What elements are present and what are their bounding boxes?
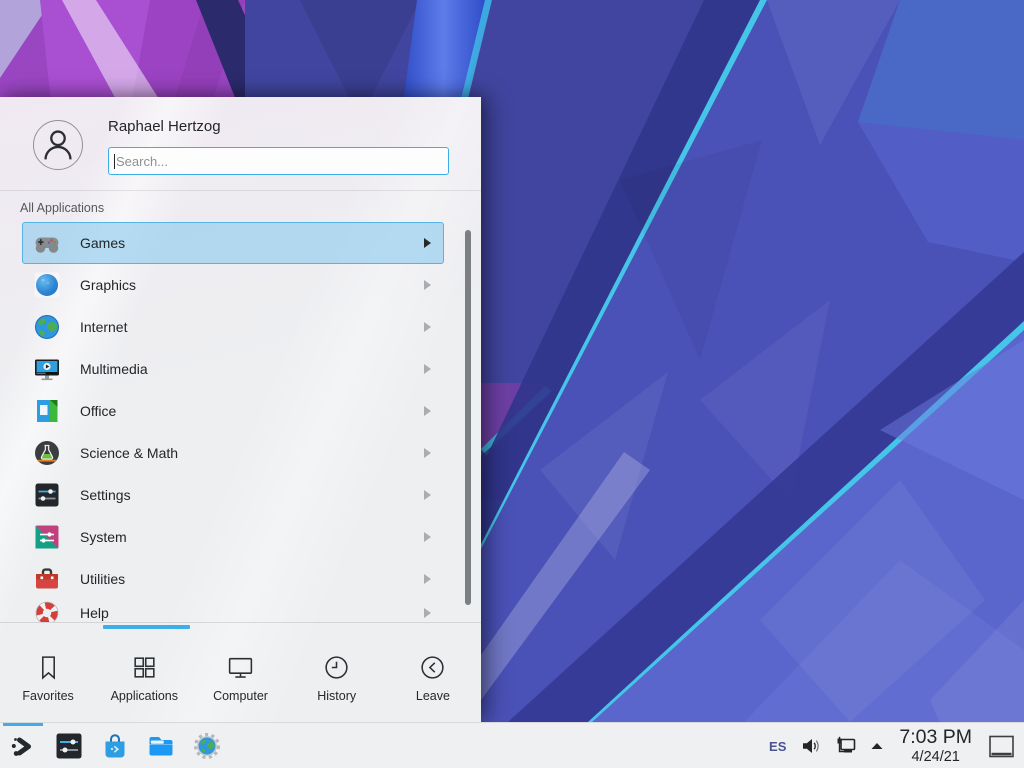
tab-label: Leave (416, 689, 450, 703)
expand-tray-arrow-icon[interactable] (869, 738, 885, 754)
submenu-arrow-icon (424, 448, 431, 458)
menu-item-science-math[interactable]: Science & Math (22, 432, 444, 474)
submenu-arrow-icon (424, 490, 431, 500)
tab-label: Favorites (22, 689, 73, 703)
menu-item-games[interactable]: Games (22, 222, 444, 264)
menu-item-label: Office (80, 403, 116, 419)
tab-history[interactable]: History (289, 630, 385, 722)
web-browser-button[interactable] (184, 723, 230, 768)
digital-clock[interactable]: 7:03 PM 4/24/21 (899, 728, 972, 764)
computer-icon (226, 653, 255, 682)
category-list: Games Graphics (0, 222, 481, 622)
system-tray: ES 7:03 PM 4/24/21 (769, 723, 1024, 768)
submenu-arrow-icon (424, 574, 431, 584)
menu-item-label: Graphics (80, 277, 136, 293)
app-grid-icon (130, 653, 159, 682)
games-icon (33, 229, 61, 257)
multimedia-icon (33, 355, 61, 383)
section-label: All Applications (20, 201, 104, 215)
application-launcher-button[interactable] (0, 723, 46, 768)
taskbar-launchers (0, 723, 230, 768)
menu-item-help[interactable]: Help (22, 592, 444, 622)
submenu-arrow-icon (424, 406, 431, 416)
tab-label: History (317, 689, 356, 703)
history-clock-icon (322, 653, 351, 682)
clock-date: 4/24/21 (899, 750, 972, 765)
system-settings-button[interactable] (46, 723, 92, 768)
system-settings-icon (54, 731, 84, 761)
clock-time: 7:03 PM (899, 728, 972, 748)
web-browser-icon (192, 731, 222, 761)
internet-icon (33, 313, 61, 341)
active-tab-indicator (103, 625, 190, 629)
network-icon[interactable] (834, 734, 858, 758)
file-manager-button[interactable] (138, 723, 184, 768)
submenu-arrow-icon (424, 608, 431, 618)
user-name: Raphael Hertzog (108, 118, 221, 135)
bookmark-icon (34, 653, 63, 682)
submenu-arrow-icon (424, 238, 431, 248)
list-scrollbar[interactable] (465, 230, 471, 605)
tab-applications[interactable]: Applications (96, 630, 192, 722)
taskbar-panel: ES 7:03 PM 4/24/21 (0, 722, 1024, 768)
menu-item-label: Internet (80, 319, 127, 335)
desktop: Raphael Hertzog All Applications Games (0, 0, 1024, 768)
tab-computer[interactable]: Computer (192, 630, 288, 722)
submenu-arrow-icon (424, 280, 431, 290)
folder-icon (146, 731, 176, 761)
menu-item-settings[interactable]: Settings (22, 474, 444, 516)
graphics-icon (33, 271, 61, 299)
menu-item-label: Utilities (80, 571, 125, 587)
show-desktop-button[interactable] (988, 733, 1015, 760)
menu-item-internet[interactable]: Internet (22, 306, 444, 348)
discover-button[interactable] (92, 723, 138, 768)
system-icon (33, 523, 61, 551)
help-icon (33, 599, 61, 622)
menu-item-multimedia[interactable]: Multimedia (22, 348, 444, 390)
menu-item-system[interactable]: System (22, 516, 444, 558)
menu-item-graphics[interactable]: Graphics (22, 264, 444, 306)
office-icon (33, 397, 61, 425)
tab-favorites[interactable]: Favorites (0, 630, 96, 722)
submenu-arrow-icon (424, 532, 431, 542)
menu-item-office[interactable]: Office (22, 390, 444, 432)
utilities-icon (33, 565, 61, 593)
tabbar-divider (0, 622, 481, 623)
menu-item-label: Science & Math (80, 445, 178, 461)
application-launcher-icon (8, 731, 38, 761)
user-avatar-icon[interactable] (33, 120, 83, 170)
submenu-arrow-icon (424, 364, 431, 374)
header-divider (0, 190, 481, 191)
menu-item-label: Settings (80, 487, 131, 503)
menu-item-label: System (80, 529, 127, 545)
search-input[interactable] (108, 147, 449, 175)
leave-icon (418, 653, 447, 682)
keyboard-layout-indicator[interactable]: ES (769, 739, 786, 754)
volume-icon[interactable] (799, 734, 823, 758)
application-launcher-menu: Raphael Hertzog All Applications Games (0, 97, 481, 722)
tab-label: Applications (111, 689, 178, 703)
tab-label: Computer (213, 689, 268, 703)
tab-leave[interactable]: Leave (385, 630, 481, 722)
text-caret (114, 154, 115, 169)
menu-item-label: Help (80, 605, 109, 621)
launcher-header: Raphael Hertzog (0, 97, 481, 190)
menu-item-label: Games (80, 235, 125, 251)
launcher-tab-bar: Favorites Applications Computer (0, 630, 481, 722)
discover-software-icon (100, 731, 130, 761)
menu-item-label: Multimedia (80, 361, 148, 377)
science-icon (33, 439, 61, 467)
submenu-arrow-icon (424, 322, 431, 332)
settings-icon (33, 481, 61, 509)
